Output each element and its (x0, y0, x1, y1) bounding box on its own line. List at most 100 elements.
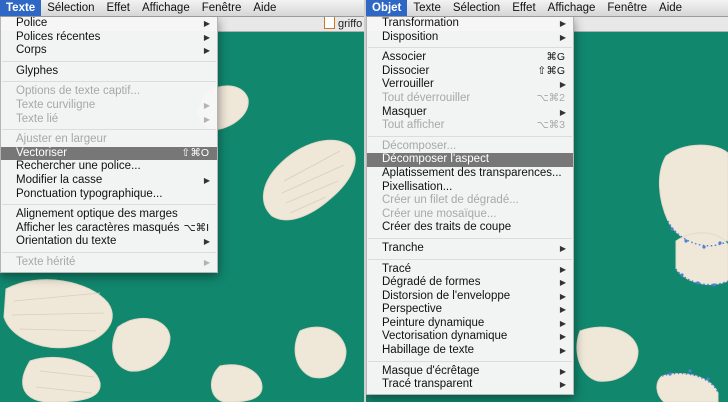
submenu-arrow-icon: ▶ (559, 80, 566, 90)
menu-item-corps[interactable]: Corps ▶ (1, 44, 217, 58)
menu-item-label: Modifier la casse (16, 173, 103, 186)
submenu-arrow-icon: ▶ (203, 237, 210, 247)
menu-item-pixellisation[interactable]: Pixellisation... (367, 181, 573, 195)
menu-item-peinture-dynamique[interactable]: Peinture dynamique ▶ (367, 317, 573, 331)
menu-item-modifier-la-casse[interactable]: Modifier la casse ▶ (1, 174, 217, 188)
menu-item-masque-d-ecretage[interactable]: Masque d'écrêtage ▶ (367, 365, 573, 379)
menubar-item-effet[interactable]: Effet (506, 0, 541, 16)
menu-item-masquer[interactable]: Masquer ▶ (367, 106, 573, 120)
menu-item-label: Ponctuation typographique... (16, 187, 163, 200)
menu-item-label: Décomposer l'aspect (382, 153, 490, 166)
menu-item-label: Aplatissement des transparences... (382, 166, 562, 179)
menu-item-dissocier[interactable]: Dissocier ⇧⌘G (367, 65, 573, 79)
menu-item-label: Transformation (382, 17, 459, 29)
menu-item-label: Dégradé de formes (382, 276, 481, 289)
menubar-item-objet[interactable]: Objet (366, 0, 408, 16)
menu-item-associer[interactable]: Associer ⌘G (367, 51, 573, 65)
menubar-item-fenetre[interactable]: Fenêtre (601, 0, 653, 16)
menubar-item-aide[interactable]: Aide (247, 0, 282, 16)
menu-item-label: Pixellisation... (382, 180, 453, 193)
texte-menu: Police ▶ Polices récentes ▶ Corps ▶ Glyphes Opt… (0, 17, 218, 273)
menu-item-aplatissement-des-transparences[interactable]: Aplatissement des transparences... (367, 167, 573, 181)
submenu-arrow-icon: ▶ (559, 346, 566, 356)
menu-item-tout-deverrouiller: Tout déverrouiller ⌥⌘2 (367, 92, 573, 106)
submenu-arrow-icon: ▶ (559, 278, 566, 288)
menu-item-ajuster-en-largeur: Ajuster en largeur (1, 133, 217, 147)
menu-item-police[interactable]: Police ▶ (1, 17, 217, 31)
document-tab-right[interactable] (572, 16, 728, 32)
menu-item-label: Dissocier (382, 64, 430, 77)
menu-item-creer-des-traits-de-coupe[interactable]: Créer des traits de coupe (367, 221, 573, 235)
menu-item-label: Corps (16, 44, 47, 57)
menu-item-tranche[interactable]: Tranche ▶ (367, 242, 573, 256)
menu-item-afficher-les-caracteres-masques[interactable]: Afficher les caractères masqués ⌥⌘I (1, 222, 217, 236)
menu-item-verrouiller[interactable]: Verrouiller ▶ (367, 78, 573, 92)
menubar-item-aide[interactable]: Aide (653, 0, 688, 16)
menu-item-trace-transparent[interactable]: Tracé transparent ▶ (367, 378, 573, 392)
menu-item-label: Associer (382, 51, 427, 64)
menu-item-label: Peinture dynamique (382, 316, 485, 329)
menu-item-label: Ajuster en largeur (16, 133, 107, 146)
menu-separator (368, 360, 572, 362)
menu-item-vectorisation-dynamique[interactable]: Vectorisation dynamique ▶ (367, 330, 573, 344)
submenu-arrow-icon: ▶ (559, 243, 566, 253)
menu-item-label: Police (16, 17, 48, 29)
menu-item-transformation[interactable]: Transformation ▶ (367, 17, 573, 31)
menu-item-orientation-du-texte[interactable]: Orientation du texte ▶ (1, 235, 217, 249)
menu-item-decomposer-l-aspect[interactable]: Décomposer l'aspect (367, 153, 573, 167)
menu-item-degrade-de-formes[interactable]: Dégradé de formes ▶ (367, 276, 573, 290)
menubar-item-texte[interactable]: Texte (0, 0, 42, 16)
menu-item-disposition[interactable]: Disposition ▶ (367, 31, 573, 45)
menu-item-rechercher-une-police[interactable]: Rechercher une police... (1, 160, 217, 174)
menu-item-shortcut: ⌥⌘2 (536, 91, 565, 104)
menu-item-trace[interactable]: Tracé ▶ (367, 263, 573, 277)
document-file-icon (324, 16, 335, 29)
submenu-arrow-icon: ▶ (559, 318, 566, 328)
menu-item-label: Créer des traits de coupe (382, 221, 512, 234)
submenu-arrow-icon: ▶ (203, 100, 210, 110)
menubar-item-selection[interactable]: Sélection (41, 0, 100, 16)
submenu-arrow-icon: ▶ (559, 264, 566, 274)
menu-item-options-de-texte-captif: Options de texte captif... (1, 85, 217, 99)
menu-item-label: Vectoriser (16, 146, 68, 159)
menu-item-label: Créer une mosaïque... (382, 207, 497, 220)
submenu-arrow-icon: ▶ (203, 114, 210, 124)
menu-separator (2, 129, 216, 131)
menu-item-perspective[interactable]: Perspective ▶ (367, 303, 573, 317)
submenu-arrow-icon: ▶ (203, 32, 210, 42)
menubar-item-affichage[interactable]: Affichage (542, 0, 602, 16)
menu-separator (368, 135, 572, 137)
menu-item-ponctuation-typographique[interactable]: Ponctuation typographique... (1, 188, 217, 202)
document-tab[interactable]: griffo (216, 16, 364, 32)
menu-bar-right: Objet Texte Sélection Effet Affichage Fe… (366, 0, 728, 17)
menu-item-label: Rechercher une police... (16, 160, 141, 173)
menu-item-shortcut: ⇧⌘O (181, 146, 209, 159)
menu-item-decomposer: Décomposer... (367, 140, 573, 154)
menu-item-polices-recentes[interactable]: Polices récentes ▶ (1, 31, 217, 45)
submenu-arrow-icon: ▶ (203, 257, 210, 267)
menu-item-label: Tracé transparent (382, 378, 473, 391)
menubar-item-effet[interactable]: Effet (101, 0, 136, 16)
menu-item-shortcut: ⌘G (546, 51, 565, 64)
menu-item-habillage-de-texte[interactable]: Habillage de texte ▶ (367, 344, 573, 358)
menu-item-label: Tranche (382, 241, 424, 254)
menu-item-creer-une-mosaique: Créer une mosaïque... (367, 208, 573, 222)
menu-item-vectoriser[interactable]: Vectoriser ⇧⌘O (1, 146, 217, 161)
submenu-arrow-icon: ▶ (203, 19, 210, 28)
menu-item-label: Habillage de texte (382, 344, 475, 357)
menubar-item-selection[interactable]: Sélection (447, 0, 506, 16)
menu-item-texte-curviligne: Texte curviligne ▶ (1, 99, 217, 113)
menubar-item-affichage[interactable]: Affichage (136, 0, 196, 16)
document-tab-title: griffo (338, 18, 363, 30)
menu-item-label: Alignement optique des marges (16, 208, 178, 221)
menu-item-alignement-optique-des-marges[interactable]: Alignement optique des marges (1, 208, 217, 222)
objet-menu: Transformation ▶ Disposition ▶ Associer ⌘G Dis… (366, 17, 574, 395)
menu-item-label: Masque d'écrêtage (382, 364, 480, 377)
menu-item-label: Tout déverrouiller (382, 91, 471, 104)
menubar-item-fenetre[interactable]: Fenêtre (196, 0, 248, 16)
menubar-item-texte[interactable]: Texte (407, 0, 447, 16)
submenu-arrow-icon: ▶ (559, 380, 566, 390)
menu-item-label: Créer un filet de dégradé... (382, 194, 519, 207)
menu-item-glyphes[interactable]: Glyphes (1, 65, 217, 79)
menu-item-distorsion-de-l-enveloppe[interactable]: Distorsion de l'enveloppe ▶ (367, 290, 573, 304)
